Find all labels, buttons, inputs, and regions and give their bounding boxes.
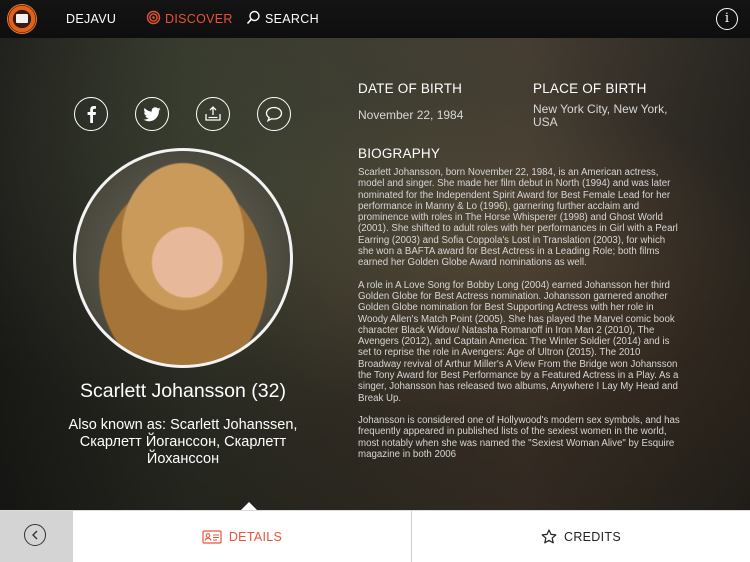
- back-button[interactable]: [0, 511, 73, 562]
- bottom-tab-bar: DETAILS CREDITS: [0, 510, 750, 562]
- nav-dejavu[interactable]: DEJAVU: [66, 0, 116, 38]
- person-name: Scarlett Johansson (32): [80, 380, 286, 402]
- selected-tab-pointer: [241, 502, 257, 510]
- chevron-left-icon: [24, 524, 46, 546]
- tab-credits-label: CREDITS: [564, 529, 621, 544]
- discover-icon: [146, 10, 161, 28]
- date-of-birth-value: November 22, 1984: [358, 108, 464, 122]
- top-bar: DEJAVU DISCOVER SEARCH i: [0, 0, 750, 38]
- tab-details-label: DETAILS: [228, 529, 283, 544]
- nav-search-label: SEARCH: [265, 12, 319, 26]
- date-of-birth-label: DATE OF BIRTH: [358, 81, 463, 96]
- facebook-share-button[interactable]: [74, 97, 108, 131]
- biography-paragraph: Johansson is considered one of Hollywood…: [358, 414, 680, 460]
- biography-paragraph: Scarlett Johansson, born November 22, 19…: [358, 167, 678, 269]
- message-share-button[interactable]: [257, 97, 291, 131]
- info-button[interactable]: i: [716, 8, 738, 30]
- tab-credits[interactable]: CREDITS: [412, 511, 750, 562]
- place-of-birth-label: PLACE OF BIRTH: [533, 81, 647, 96]
- tab-details[interactable]: DETAILS: [73, 511, 411, 562]
- biography-text[interactable]: Scarlett Johansson, born November 22, 19…: [358, 167, 680, 473]
- also-known-as: Also known as: Scarlett Johanssen, Скарл…: [68, 417, 298, 467]
- search-icon: [246, 10, 261, 28]
- id-card-icon: [202, 529, 222, 544]
- export-share-button[interactable]: [196, 97, 230, 131]
- chat-bubble-icon: [265, 106, 283, 122]
- twitter-icon: [143, 106, 161, 121]
- profile-portrait: [73, 148, 293, 368]
- app-logo[interactable]: [7, 4, 37, 34]
- nav-discover[interactable]: DISCOVER: [146, 0, 233, 38]
- biography-paragraph: A role in A Love Song for Bobby Long (20…: [358, 279, 679, 404]
- nav-search[interactable]: SEARCH: [246, 0, 319, 38]
- facebook-icon: [87, 106, 96, 123]
- biography-label: BIOGRAPHY: [358, 146, 441, 161]
- upload-tray-icon: [205, 106, 221, 121]
- info-icon: i: [724, 11, 730, 26]
- place-of-birth-value: New York City, New York, USA: [533, 102, 668, 129]
- twitter-share-button[interactable]: [135, 97, 169, 131]
- nav-dejavu-label: DEJAVU: [66, 12, 117, 26]
- star-icon: [541, 529, 557, 544]
- nav-discover-label: DISCOVER: [165, 12, 233, 26]
